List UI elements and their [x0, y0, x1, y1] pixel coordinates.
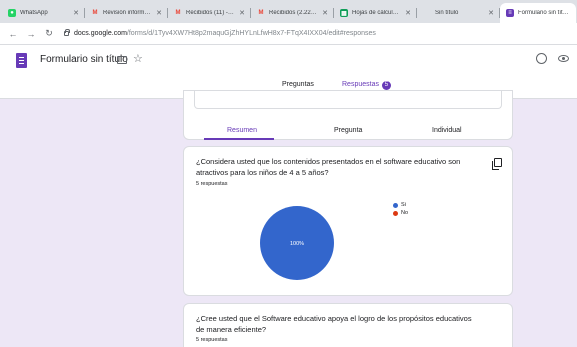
address-bar[interactable]: docs.google.com/forms/d/1Tyv4XW7Ht8p2maq… — [64, 26, 376, 42]
legend-item: Si — [393, 201, 408, 209]
gmail-icon: M — [258, 10, 264, 16]
browser-tab-label: Recibidos (11) - escobar — [186, 10, 235, 16]
browser-tab-label: Sin título — [435, 10, 459, 16]
tab-responses[interactable]: Respuestas 5 — [342, 81, 391, 90]
close-tab-icon[interactable]: ✕ — [488, 9, 494, 17]
browser-tab[interactable]: M Recibidos (2.220) - jesus ✕ — [251, 3, 334, 23]
browser-tab[interactable]: ≡ Formulario sin título — [500, 3, 576, 23]
pie-slice-label: 100% — [290, 241, 304, 247]
folder-icon[interactable] — [117, 56, 127, 64]
forms-icon: ≡ — [506, 9, 514, 17]
url-host: docs.google.com — [74, 30, 127, 37]
legend-item: No — [393, 209, 408, 217]
legend-swatch — [393, 210, 398, 216]
legend-label: Si — [401, 202, 406, 208]
forward-arrow-icon[interactable]: → — [24, 27, 38, 41]
close-tab-icon[interactable]: ✕ — [239, 9, 245, 17]
form-title[interactable]: Formulario sin título — [40, 54, 128, 65]
tab-responses-label: Respuestas — [342, 81, 379, 88]
pie-chart: 100% — [260, 206, 334, 280]
response-count: 5 respuestas — [196, 337, 228, 343]
tab-questions[interactable]: Preguntas — [282, 81, 314, 88]
browser-tab[interactable]: M Recibidos (11) - escobar ✕ — [168, 3, 251, 23]
tab-summary-indicator — [204, 138, 274, 140]
close-tab-icon[interactable]: ✕ — [73, 9, 79, 17]
star-icon[interactable]: ☆ — [133, 52, 143, 65]
chart-legend: Si No — [393, 201, 408, 217]
url-path: /forms/d/1Tyv4XW7Ht8p2maquGjZhHYLnLfwH8x… — [126, 30, 376, 37]
tab-question[interactable]: Pregunta — [334, 127, 362, 134]
browser-tab[interactable]: ● WhatsApp ✕ — [2, 3, 85, 23]
browser-tab[interactable]: Sin título ✕ — [417, 3, 500, 23]
tab-summary[interactable]: Resumen — [227, 127, 257, 134]
browser-tab-label: Formulario sin título — [518, 10, 570, 16]
legend-label: No — [401, 210, 409, 216]
legend-swatch — [393, 202, 398, 208]
preview-eye-icon[interactable] — [558, 55, 569, 62]
whatsapp-icon: ● — [8, 9, 16, 17]
close-tab-icon[interactable]: ✕ — [322, 9, 328, 17]
browser-tab-label: Revisión informe vinculo — [103, 10, 153, 16]
responses-header-box — [194, 91, 502, 109]
gmail-icon: M — [175, 10, 181, 16]
back-arrow-icon[interactable]: ← — [6, 27, 20, 41]
browser-tab[interactable]: M Revisión informe vinculo✕ — [85, 3, 168, 23]
reload-icon[interactable]: ↻ — [42, 27, 56, 41]
browser-toolbar: ← → ↻ docs.google.com/forms/d/1Tyv4XW7Ht… — [0, 23, 577, 45]
responses-summary-card: Resumen Pregunta Individual — [183, 90, 513, 140]
tab-individual[interactable]: Individual — [432, 127, 462, 134]
question-card: ¿Cree usted que el Software educativo ap… — [183, 303, 513, 347]
gmail-icon: M — [92, 10, 98, 16]
browser-tab-label: Hojas de cálculo de Goo — [352, 10, 402, 16]
browser-tab-label: Recibidos (2.220) - jesus — [269, 10, 318, 16]
blank-icon — [423, 9, 431, 17]
sheets-icon: ▦ — [340, 9, 348, 17]
browser-tab-strip: ●WhatsApp✕MRevisión informe vinculo✕MRec… — [0, 0, 577, 23]
browser-tab-label: WhatsApp — [20, 10, 48, 16]
question-text: ¿Cree usted que el Software educativo ap… — [196, 314, 472, 334]
forms-logo-icon[interactable] — [16, 53, 27, 68]
responses-count-badge: 5 — [381, 81, 391, 90]
question-card: ¿Considera usted que los contenidos pres… — [183, 146, 513, 296]
close-tab-icon[interactable]: ✕ — [156, 9, 162, 17]
browser-tab[interactable]: ▦ Hojas de cálculo de Goo✕ — [334, 3, 417, 23]
palette-icon[interactable] — [536, 53, 547, 64]
lock-icon — [64, 29, 70, 36]
close-tab-icon[interactable]: ✕ — [405, 9, 411, 17]
